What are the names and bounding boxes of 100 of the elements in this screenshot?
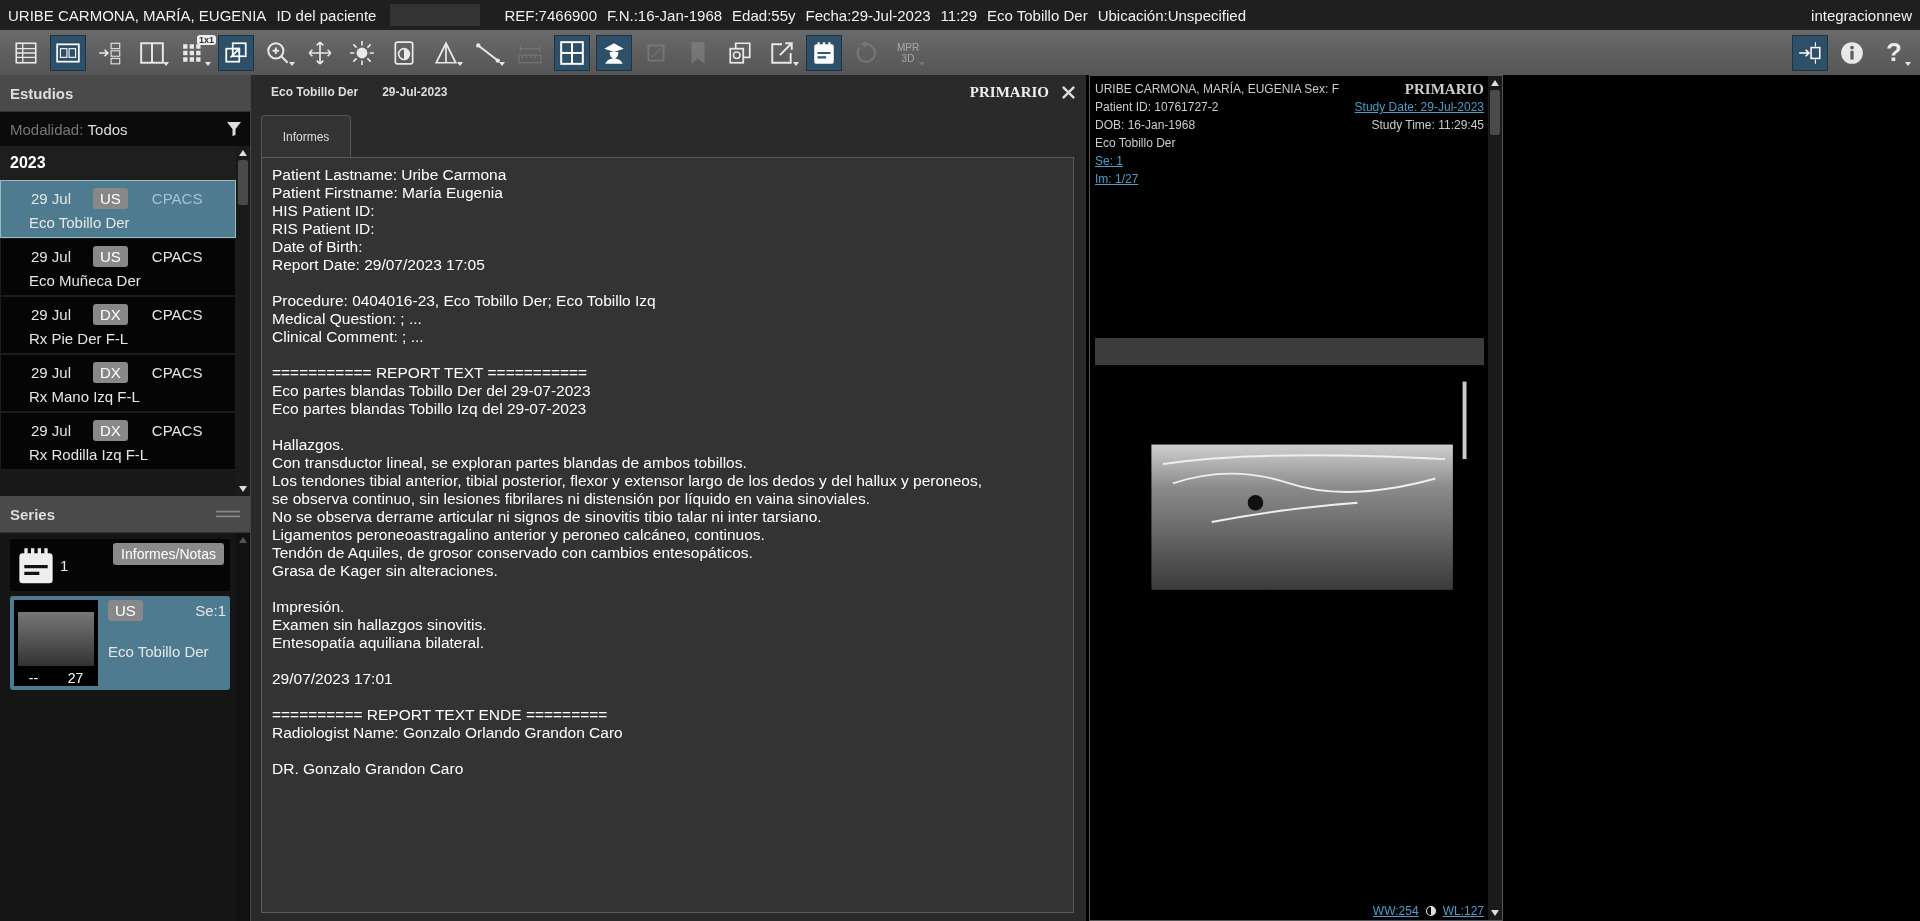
overlay-text: URIBE CARMONA, MARÍA, EUGENIA Sex: F [1095, 80, 1340, 98]
year-heading: 2023 [0, 146, 236, 180]
quad-view-icon [559, 39, 585, 66]
report-notes-card[interactable]: 1 Informes/Notas [10, 539, 230, 591]
filter-icon[interactable] [226, 121, 242, 137]
report-line: Procedure: 0404016-23, Eco Tobillo Der; Eco Tobillo Izq [272, 292, 657, 310]
toolbar-button[interactable] [596, 34, 632, 71]
report-line: No se observa derrame articular ni signos de sinovitis tibio talar ni inter tarsiano. [272, 508, 823, 526]
report-line: Entesopatía aquiliana bilateral. [272, 634, 485, 652]
invert-icon [391, 39, 417, 66]
report-count: 1 [60, 556, 69, 574]
study-item[interactable]: 29 Jul DX CPACS Rx Mano Izq F-L [0, 354, 236, 412]
table-icon [13, 39, 39, 66]
toolbar-button[interactable]: ? [1876, 34, 1912, 71]
scroll-up-icon[interactable] [1490, 78, 1500, 88]
header-field: Fecha:29-Jul-2023 [805, 6, 931, 24]
scroll-up-icon[interactable] [238, 148, 248, 158]
patient-id-label: ID del paciente [276, 6, 377, 24]
caret-icon [499, 61, 505, 66]
modality-filter[interactable]: Modalidad: Todos [0, 112, 250, 146]
magnifier-icon [265, 39, 291, 66]
study-description: Eco Muñeca Der [29, 272, 142, 289]
study-item[interactable]: 29 Jul US CPACS Eco Muñeca Der [0, 238, 236, 296]
copy-icon [727, 39, 753, 66]
report-line: Eco partes blandas Tobillo Der del 29-07-2023 [272, 382, 592, 400]
header-field: Eco Tobillo Der [987, 6, 1088, 24]
window-level-link[interactable]: WL:127 [1442, 904, 1484, 918]
overlay-link[interactable]: Im: 1/27 [1095, 170, 1340, 188]
study-item[interactable]: 29 Jul DX CPACS Rx Pie Der F-L [0, 296, 236, 354]
toolbar-button[interactable] [806, 34, 842, 71]
primary-label: PRIMARIO [969, 83, 1049, 101]
toolbar-button[interactable] [554, 34, 590, 71]
study-description: Eco Tobillo Der [29, 214, 131, 231]
header-field: REF:7466900 [504, 6, 598, 24]
report-tab[interactable]: Informes [261, 115, 351, 157]
scrollbar[interactable] [236, 533, 250, 921]
contrast-icon [1424, 905, 1437, 917]
split-view-icon [139, 39, 165, 66]
report-title: Eco Tobillo Der [271, 85, 359, 99]
header-field: Edad:55y [732, 6, 796, 24]
study-description: Rx Rodilla Izq F-L [29, 446, 150, 463]
header-field: 11:29 [940, 6, 977, 24]
study-date: 29 Jul [31, 421, 73, 439]
report-icon [16, 545, 56, 585]
overlay-text: DOB: 16-Jan-1968 [1095, 117, 1197, 134]
modality-tag: DX [93, 361, 128, 383]
report-line: Ligamentos peroneoastragalino anterior y peroneo calcáneo, continuos. [272, 526, 766, 544]
report-line: Los tendones tibial anterior, tibial posterior, flexor y extensor largo de los dedos y del hallux y peroneos, [272, 472, 983, 490]
triangle-icon [433, 39, 459, 66]
scrollbar-thumb[interactable] [1490, 90, 1500, 135]
study-item[interactable]: 29 Jul DX CPACS Rx Rodilla Izq F-L [0, 412, 236, 470]
scroll-down-icon[interactable] [1490, 908, 1500, 918]
caret-icon [793, 61, 799, 66]
report-line: Medical Question: ; ... [272, 310, 423, 328]
report-line: Examen sin hallazgos sinovitis. [272, 616, 488, 634]
series-card[interactable]: -- 27 US Se:1 Eco Tobillo Der [10, 596, 230, 690]
patient-name: URIBE CARMONA, MARÍA, EUGENIA [8, 6, 267, 24]
report-line: Radiologist Name: Gonzalo Orlando Grandon Caro [272, 724, 624, 742]
overlay-link[interactable]: Se: 1 [1095, 152, 1340, 170]
thumbnail-dash: -- [28, 670, 39, 686]
header-field: Ubicación:Unspecified [1097, 6, 1247, 24]
report-line: Patient Firstname: María Eugenia [272, 184, 504, 202]
report-line: Eco partes blandas Tobillo Izq del 29-07-2023 [272, 400, 588, 418]
overlay-text: Study Time: 11:29:45 [1370, 117, 1484, 134]
image-count: 27 [67, 670, 84, 686]
report-line: HIS Patient ID: [272, 202, 376, 220]
four-arrows-icon [307, 39, 333, 66]
scrollbar-thumb[interactable] [238, 160, 248, 205]
study-source: CPACS [151, 421, 203, 439]
grip-icon[interactable] [216, 510, 240, 518]
report-line: se observa continuo, sin lesiones fibrilares ni distensión por líquido en vaina sinoviales. [272, 490, 871, 508]
study-description: Rx Pie Der F-L [29, 330, 130, 347]
header-field: F.N.:16-Jan-1968 [607, 6, 723, 24]
series-number: Se:1 [195, 602, 226, 619]
caret-icon [457, 61, 463, 66]
image-viewport[interactable]: URIBE CARMONA, MARÍA, EUGENIA Sex: F Patient ID: 10761727-2 DOB: 16-Jan-1968 Eco Tobillo Der Se: 1 Im: 1/27 PRIMARIO Study Date: 29-Jul-2023 Study Time: 11:29:45 WW:254 WL:127 [1089, 75, 1503, 921]
toolbar-button[interactable] [218, 34, 254, 71]
toolbar-button[interactable] [1792, 34, 1828, 71]
report-line: Impresión. [272, 598, 346, 616]
sun-icon [349, 39, 375, 66]
scroll-down-icon[interactable] [238, 484, 248, 494]
report-line: Report Date: 29/07/2023 17:05 [272, 256, 486, 274]
scrollbar[interactable] [1488, 76, 1502, 920]
toolbar-button[interactable] [50, 34, 86, 71]
study-date: 29 Jul [31, 189, 73, 207]
caret-icon [205, 61, 211, 66]
study-date: 29 Jul [31, 363, 73, 381]
overlay-link[interactable]: Study Date: 29-Jul-2023 [1354, 98, 1484, 116]
study-source: CPACS [151, 305, 203, 323]
close-icon[interactable] [1061, 84, 1076, 100]
report-line: Tendón de Aquiles, de grosor conservado con cambios entesopáticos. [272, 544, 754, 562]
info-icon [1839, 39, 1865, 66]
caret-icon [919, 61, 925, 66]
caret-icon [1905, 61, 1911, 66]
modality-tag: DX [93, 419, 128, 441]
report-line: DR. Gonzalo Grandon Caro [272, 760, 465, 778]
window-width-link[interactable]: WW:254 [1372, 904, 1419, 918]
study-item[interactable]: 29 Jul US CPACS Eco Tobillo Der [0, 180, 236, 238]
report-line: =========== REPORT TEXT =========== [272, 364, 589, 382]
user-name: integracionnew [1811, 6, 1912, 24]
